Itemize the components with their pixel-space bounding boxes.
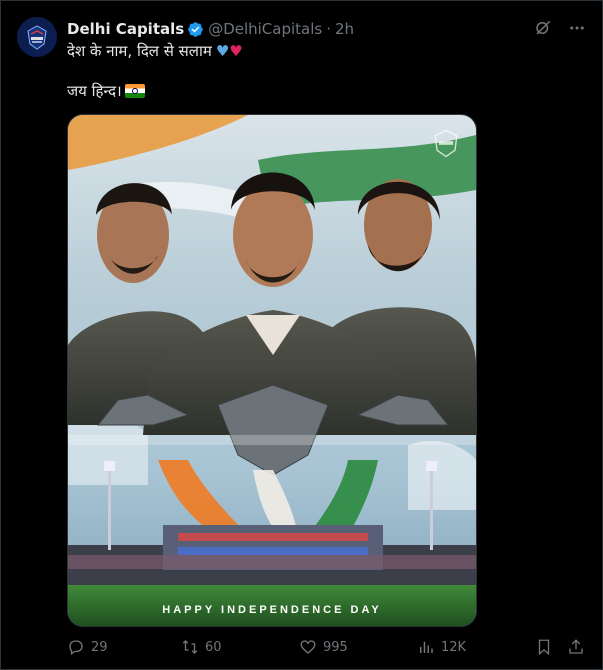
bookmark-button[interactable] (535, 638, 553, 656)
views-count: 12K (441, 639, 467, 655)
tweet-timestamp[interactable]: 2h (335, 20, 354, 38)
repost-icon (182, 640, 198, 654)
author-handle[interactable]: @DelhiCapitals (208, 20, 322, 38)
like-count: 995 (323, 639, 348, 655)
reply-count: 29 (91, 639, 108, 655)
tweet-media-image[interactable]: HAPPY INDEPENDENCE DAY (67, 114, 477, 627)
like-button[interactable]: 995 (299, 638, 348, 656)
delhi-capitals-watermark-icon (434, 129, 458, 158)
separator-dot: · (326, 20, 331, 38)
tweet-card[interactable]: Delhi Capitals @DelhiCapitals · 2h देश क… (0, 0, 603, 670)
author-avatar[interactable] (17, 17, 57, 57)
more-icon[interactable] (568, 19, 586, 37)
grok-icon[interactable] (534, 19, 552, 37)
author-name[interactable]: Delhi Capitals (67, 20, 184, 38)
share-button[interactable] (567, 638, 585, 656)
delhi-capitals-logo-icon (17, 17, 57, 57)
reply-button[interactable]: 29 (67, 638, 108, 656)
tweet-text-line1: देश के नाम, दिल से सलाम ♥♥ (67, 41, 243, 61)
repost-button[interactable]: 60 (181, 638, 222, 656)
views-icon (420, 641, 433, 653)
tweet-text-jai-hind: जय हिन्द। (67, 82, 122, 100)
poster-illustration (68, 115, 476, 626)
bookmark-icon (538, 639, 550, 656)
views-button[interactable]: 12K (417, 638, 466, 656)
verified-badge-icon (187, 21, 204, 38)
blue-heart-icon: ♥ (215, 42, 230, 60)
reply-icon (69, 640, 83, 656)
share-icon (569, 639, 583, 654)
like-icon (300, 640, 316, 654)
tweet-action-bar: 29 60 995 12K (67, 635, 587, 659)
india-flag-icon (124, 84, 145, 98)
tweet-text-hindi: देश के नाम, दिल से सलाम (67, 42, 212, 60)
tweet-text-line2: जय हिन्द। (67, 81, 145, 101)
tweet-top-actions (534, 19, 586, 37)
tweet-header: Delhi Capitals @DelhiCapitals · 2h (67, 18, 354, 40)
poster-caption: HAPPY INDEPENDENCE DAY (162, 604, 382, 616)
repost-count: 60 (205, 639, 222, 655)
red-heart-icon: ♥ (229, 42, 243, 60)
